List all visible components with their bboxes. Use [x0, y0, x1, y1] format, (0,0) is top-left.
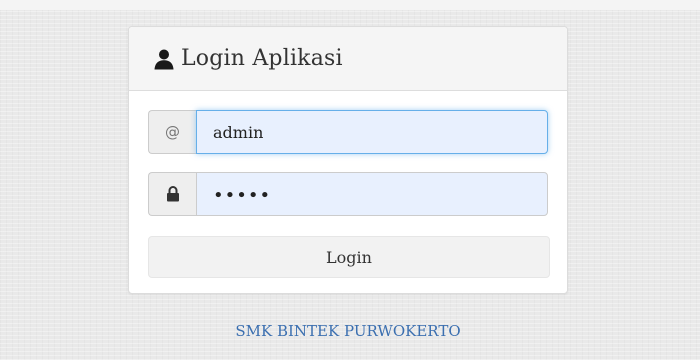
- panel-title: Login Aplikasi: [181, 46, 343, 71]
- login-button[interactable]: Login: [148, 236, 550, 278]
- username-input-group: @: [148, 110, 548, 154]
- username-input[interactable]: [196, 110, 548, 154]
- user-icon: [153, 48, 175, 70]
- login-panel: Login Aplikasi @ Login: [128, 26, 568, 294]
- password-input[interactable]: [196, 172, 548, 216]
- login-panel-heading: Login Aplikasi: [129, 27, 567, 91]
- top-strip: [0, 0, 700, 10]
- lock-icon: [148, 172, 196, 216]
- footer-link[interactable]: SMK BINTEK PURWOKERTO: [128, 322, 568, 340]
- password-input-group: [148, 172, 548, 216]
- at-sign-icon: @: [148, 110, 196, 154]
- login-form: @ Login: [129, 91, 567, 278]
